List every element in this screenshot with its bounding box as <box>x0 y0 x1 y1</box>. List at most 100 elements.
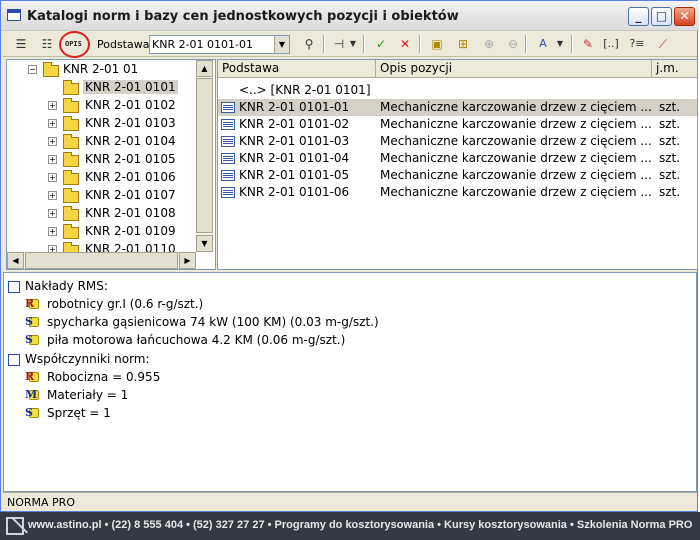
wspolczynniki-header: Współczynniki norm: <box>25 352 150 366</box>
expand-icon[interactable]: + <box>48 173 57 182</box>
document-icon <box>221 136 235 147</box>
cell-podstawa: KNR 2-01 0101-05 <box>239 168 350 182</box>
table-row[interactable]: KNR 2-01 0101-01 Mechaniczne karczowanie … <box>218 99 697 116</box>
collapse-icon[interactable]: − <box>28 65 37 74</box>
cell-opis: Mechaniczne karczowanie drzew z cięciem … <box>380 185 652 199</box>
document-icon <box>221 170 235 181</box>
chevron-down-icon[interactable]: ▼ <box>274 36 289 53</box>
wspolczynniki-item[interactable]: Robocizna = 0.955 <box>47 370 160 384</box>
cancel-icon[interactable]: ✕ <box>395 34 415 54</box>
document-icon <box>221 119 235 130</box>
scroll-down-button[interactable]: ▼ <box>196 235 213 252</box>
tree-item-label: KNR 2-01 0105 <box>85 152 176 166</box>
check-icon[interactable]: ✓ <box>371 34 391 54</box>
column-header-podstawa[interactable]: Podstawa <box>218 60 376 78</box>
wspolczynniki-item[interactable]: Sprzęt = 1 <box>47 406 111 420</box>
naklady-item[interactable]: spycharka gąsienicowa 74 kW (100 KM) (0.… <box>47 315 379 329</box>
tree-view-icon[interactable]: ☰ <box>11 34 31 54</box>
parent-row-label: <..> [KNR 2-01 0101] <box>239 83 371 97</box>
tree-item-label: KNR 2-01 0104 <box>85 134 176 148</box>
binoculars-icon[interactable]: ⚲ <box>299 34 319 54</box>
positions-list: Podstawa Opis pozycji j.m. <..> [KNR 2-0… <box>217 59 698 270</box>
folder-icon <box>63 206 79 221</box>
naklady-item[interactable]: piła motorowa łańcuchowa 4.2 KM (0.06 m-… <box>47 333 345 347</box>
status-text: NORMA PRO <box>7 496 75 509</box>
folder-icon <box>63 116 79 131</box>
resource-s-icon: S <box>24 405 40 421</box>
table-row[interactable]: KNR 2-01 0101-03 Mechaniczne karczowanie … <box>218 133 697 150</box>
cell-jm: szt. <box>659 185 681 199</box>
footer-banner: www.astino.pl • (22) 8 555 404 • (52) 32… <box>0 512 700 540</box>
table-row[interactable]: KNR 2-01 0101-06 Mechaniczne karczowanie … <box>218 184 697 201</box>
opis-label: OPIS <box>65 40 82 48</box>
app-icon <box>7 9 21 21</box>
cell-opis: Mechaniczne karczowanie drzew z cięciem … <box>380 151 652 165</box>
wspolczynniki-item[interactable]: Materiały = 1 <box>47 388 128 402</box>
podstawa-combobox[interactable]: KNR 2-01 0101-01 ▼ <box>149 35 290 54</box>
cell-jm: szt. <box>659 168 681 182</box>
collapse-icon[interactable] <box>8 281 20 293</box>
column-header-jm[interactable]: j.m. <box>652 60 697 78</box>
folder-icon <box>63 98 79 113</box>
expand-icon[interactable]: + <box>48 227 57 236</box>
bracket-button[interactable]: [..] <box>601 34 621 54</box>
cell-jm: szt. <box>659 117 681 131</box>
expand-icon[interactable]: + <box>48 209 57 218</box>
folder-icon <box>63 152 79 167</box>
tree-item-label: KNR 2-01 0102 <box>85 98 176 112</box>
status-bar: NORMA PRO <box>3 492 697 511</box>
folder-up-icon[interactable]: ▣ <box>427 34 447 54</box>
toolbar-separator <box>419 35 421 53</box>
expand-icon[interactable]: + <box>48 155 57 164</box>
scroll-up-button[interactable]: ▲ <box>196 60 213 77</box>
folder-icon <box>63 188 79 203</box>
font-icon[interactable]: A <box>533 34 553 54</box>
remove-icon[interactable]: ⊖ <box>503 34 523 54</box>
tree-pane: − KNR 2-01 01 KNR 2-01 0101 + KNR 2-01 010… <box>6 59 216 270</box>
scroll-right-button[interactable]: ▶ <box>179 252 196 269</box>
details-pane: Nakłady RMS: Rrobotnicy gr.I (0.6 r-g/sz… <box>3 272 697 492</box>
column-header-opis[interactable]: Opis pozycji <box>376 60 652 78</box>
chevron-down-icon[interactable]: ▼ <box>555 34 565 54</box>
tree-item-label: KNR 2-01 0103 <box>85 116 176 130</box>
expand-icon[interactable]: + <box>48 137 57 146</box>
astino-logo <box>6 517 24 535</box>
table-row[interactable]: KNR 2-01 0101-05 Mechaniczne karczowanie … <box>218 167 697 184</box>
tree-horizontal-scrollbar[interactable]: ◀ ▶ <box>7 252 196 269</box>
expand-icon[interactable]: + <box>48 119 57 128</box>
naklady-item[interactable]: robotnicy gr.I (0.6 r-g/szt.) <box>47 297 203 311</box>
scroll-left-button[interactable]: ◀ <box>7 252 24 269</box>
tree-item-label: KNR 2-01 0109 <box>85 224 176 238</box>
tree-root-label: KNR 2-01 01 <box>63 62 139 76</box>
edit-icon[interactable]: ✎ <box>578 34 598 54</box>
document-icon <box>221 153 235 164</box>
document-icon <box>221 102 235 113</box>
chart-icon[interactable]: ⟋ <box>653 34 673 54</box>
expand-icon[interactable]: + <box>48 191 57 200</box>
table-row[interactable]: KNR 2-01 0101-02 Mechaniczne karczowanie … <box>218 116 697 133</box>
document-icon <box>221 187 235 198</box>
chevron-down-icon[interactable]: ▼ <box>348 34 358 54</box>
table-row[interactable]: KNR 2-01 0101-04 Mechaniczne karczowanie … <box>218 150 697 167</box>
list-view-icon[interactable]: ☷ <box>37 34 57 54</box>
naklady-header: Nakłady RMS: <box>25 279 108 293</box>
close-button[interactable]: ✕ <box>674 7 695 26</box>
info-icon[interactable]: ?≡ <box>627 34 647 54</box>
minimize-button[interactable]: _ <box>628 7 649 26</box>
scroll-thumb[interactable] <box>196 78 213 233</box>
expand-icon[interactable]: + <box>48 101 57 110</box>
parent-row[interactable]: <..> [KNR 2-01 0101] <box>218 82 697 99</box>
add-item-icon[interactable]: ⊞ <box>453 34 473 54</box>
resource-s-icon: S <box>24 314 40 330</box>
scroll-thumb[interactable] <box>25 252 178 269</box>
podstawa-value: KNR 2-01 0101-01 <box>152 38 254 51</box>
main-window: Katalogi norm i bazy cen jednostkowych p… <box>0 0 699 512</box>
tree-item-label: KNR 2-01 0108 <box>85 206 176 220</box>
pin-icon[interactable]: ⊣ <box>329 34 349 54</box>
insert-icon[interactable]: ⊕ <box>479 34 499 54</box>
title-bar: Katalogi norm i bazy cen jednostkowych p… <box>1 1 699 31</box>
collapse-icon[interactable] <box>8 354 20 366</box>
maximize-button[interactable]: □ <box>651 7 672 26</box>
cell-opis: Mechaniczne karczowanie drzew z cięciem … <box>380 134 652 148</box>
tree-vertical-scrollbar[interactable]: ▲ ▼ <box>196 60 213 252</box>
